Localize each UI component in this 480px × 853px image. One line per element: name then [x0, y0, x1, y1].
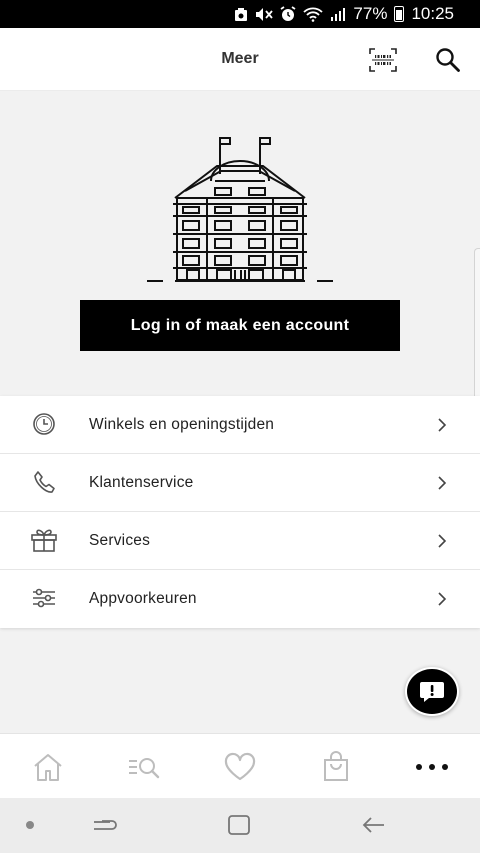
building-illustration: [147, 137, 333, 282]
more-icon: [416, 763, 448, 770]
shopping-bag-icon: [324, 750, 348, 781]
battery-percent: 77%: [353, 4, 388, 23]
dot-indicator-icon[interactable]: [26, 821, 34, 829]
menu-item-label: Winkels en openingstijden: [89, 415, 275, 433]
tab-more[interactable]: [384, 734, 480, 799]
recent-apps-icon[interactable]: [92, 815, 118, 835]
chevron-right-icon: [438, 418, 447, 432]
chat-button[interactable]: [405, 667, 459, 716]
tab-favorites[interactable]: [192, 734, 288, 799]
search-list-icon: [129, 757, 160, 778]
home-icon: [34, 753, 62, 781]
back-arrow-icon[interactable]: [360, 815, 386, 835]
tab-search[interactable]: [96, 734, 192, 799]
battery-icon: [394, 6, 405, 22]
android-navigation-bar: [0, 798, 480, 853]
tab-basket[interactable]: [288, 734, 384, 799]
search-icon: [436, 48, 460, 72]
menu-item-label: Klantenservice: [89, 473, 194, 491]
login-or-register-button[interactable]: Log in of maak een account: [80, 300, 400, 351]
heart-icon: [224, 752, 256, 780]
menu-item-stores-opening-hours[interactable]: Winkels en openingstijden: [0, 396, 480, 454]
menu-item-app-preferences[interactable]: Appvoorkeuren: [0, 570, 480, 628]
menu-item-services[interactable]: Services: [0, 512, 480, 570]
more-menu-list: Winkels en openingstijden Klantenservice…: [0, 396, 480, 628]
page-title: Meer: [221, 50, 259, 67]
wifi-icon: [303, 7, 324, 22]
screenshot-icon: [234, 7, 248, 22]
clock-icon: [30, 410, 58, 438]
clock-time: 10:25: [411, 4, 454, 23]
mute-icon: [255, 7, 274, 22]
tab-home[interactable]: [0, 734, 96, 799]
chevron-right-icon: [438, 534, 447, 548]
chat-alert-icon: [420, 681, 444, 702]
account-hero: Log in of maak een account: [0, 91, 480, 396]
alarm-icon: [280, 6, 296, 22]
sliders-icon: [30, 584, 58, 612]
chevron-right-icon: [438, 592, 447, 606]
status-bar: 77% 10:25: [0, 0, 480, 28]
barcode-scan-icon: [369, 48, 397, 72]
bottom-tab-bar: [0, 733, 480, 798]
menu-item-label: Appvoorkeuren: [89, 590, 197, 607]
menu-item-customer-service[interactable]: Klantenservice: [0, 454, 480, 512]
home-square-icon[interactable]: [227, 814, 251, 836]
menu-item-label: Services: [89, 531, 151, 549]
gift-icon: [30, 526, 58, 554]
edge-panel-handle[interactable]: [474, 248, 480, 414]
barcode-scan-button[interactable]: [368, 47, 398, 73]
phone-icon: [30, 468, 58, 496]
top-app-bar: Meer: [0, 28, 480, 91]
chevron-right-icon: [438, 476, 447, 490]
search-button[interactable]: [434, 46, 462, 74]
signal-icon: [330, 7, 346, 22]
